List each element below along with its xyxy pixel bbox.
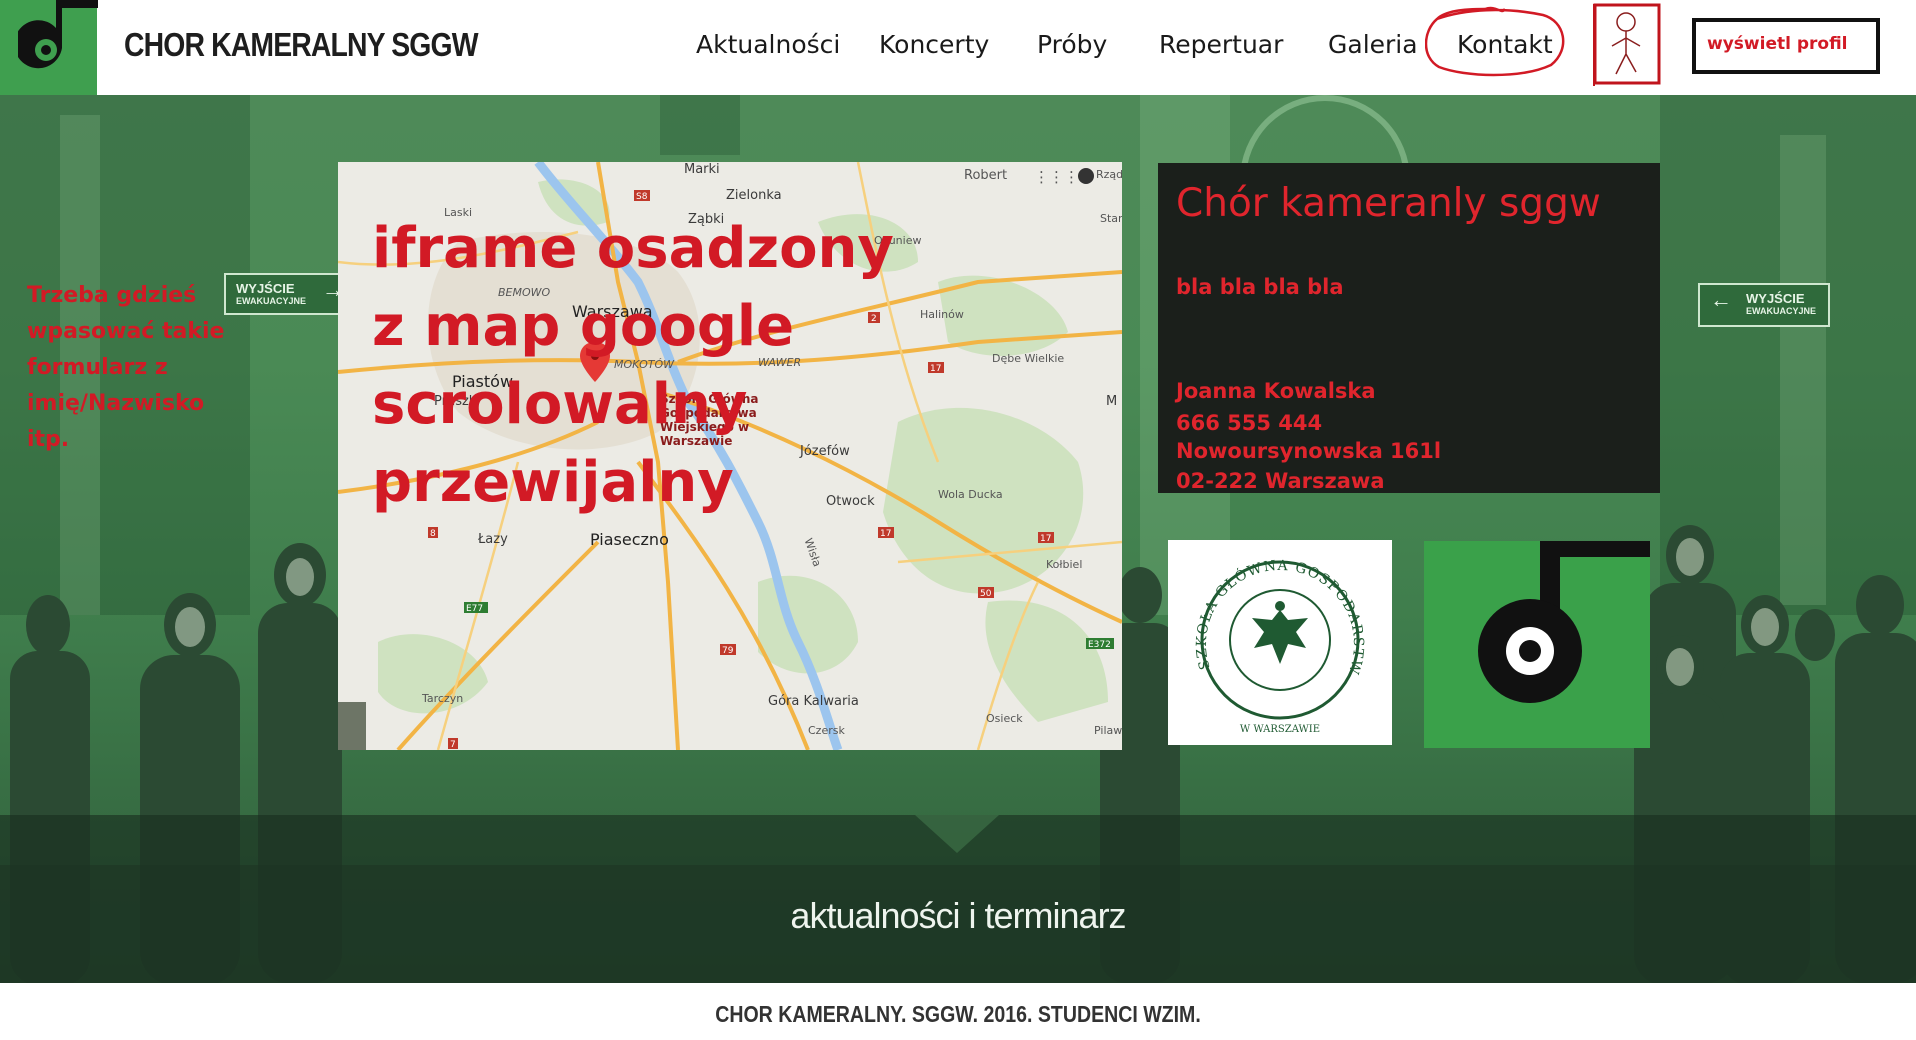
contact-description: bla bla bla bla bbox=[1176, 275, 1344, 299]
exit-sign-right: ← WYJŚCIE EWAKUACYJNE bbox=[1698, 283, 1830, 327]
exit-sign-label: WYJŚCIE bbox=[1746, 291, 1805, 306]
map-place: Stan bbox=[1100, 212, 1122, 225]
footer-text: CHOR KAMERALNY. SGGW. 2016. STUDENCI WZI… bbox=[715, 1001, 1201, 1027]
choir-logo-icon[interactable] bbox=[0, 0, 98, 95]
form-annotation-note: Trzeba gdzieś wpasować takie formularz z… bbox=[27, 283, 225, 452]
map-place: Góra Kalwaria bbox=[768, 694, 859, 709]
road-label: S8 bbox=[636, 192, 648, 202]
map-place: Łazy bbox=[478, 532, 508, 547]
emblem-ring-path: SZKOŁA GŁÓWNA GOSPODARSTWA WIEJSKIEGO bbox=[1160, 528, 1365, 676]
map-place: Pilaw bbox=[1094, 724, 1122, 737]
road-label: 79 bbox=[722, 646, 734, 656]
road-label: 17 bbox=[1040, 534, 1051, 544]
road-label: E372 bbox=[1088, 640, 1111, 650]
news-band-title[interactable]: aktualności i terminarz bbox=[0, 895, 1916, 937]
view-profile-button[interactable]: wyświetl profil bbox=[1692, 18, 1880, 74]
map-mode-label[interactable]: Rząd bbox=[1096, 168, 1122, 181]
google-map-embed[interactable]: S8 2 17 8 17 17 50 E77 79 E372 7 Marki Z… bbox=[338, 162, 1122, 750]
exit-sign-label: WYJŚCIE bbox=[236, 281, 295, 296]
nav-galeria[interactable]: Galeria bbox=[1328, 30, 1418, 59]
satellite-toggle[interactable] bbox=[338, 702, 366, 750]
choir-logo-large-icon[interactable] bbox=[1424, 541, 1650, 748]
exit-sign-sublabel: EWAKUACYJNE bbox=[1746, 306, 1817, 316]
map-place: Kołbiel bbox=[1046, 558, 1083, 571]
contact-details: Joanna Kowalska 666 555 444 Nowoursynows… bbox=[1176, 373, 1441, 493]
contact-name: Joanna Kowalska bbox=[1176, 379, 1376, 403]
contact-info-panel: Chór kameranly sggw bla bla bla bla Joan… bbox=[1158, 163, 1660, 493]
nav-koncerty[interactable]: Koncerty bbox=[879, 30, 989, 59]
nav-aktualnosci[interactable]: Aktualności bbox=[696, 30, 840, 59]
map-place: Zielonka bbox=[726, 188, 782, 203]
map-place: Czersk bbox=[808, 724, 845, 737]
map-place: Dębe Wielkie bbox=[992, 352, 1065, 365]
map-place: M bbox=[1106, 394, 1118, 409]
map-place: Osieck bbox=[986, 712, 1023, 725]
site-header: CHOR KAMERALNY SGGW Aktualności Koncerty… bbox=[0, 0, 1916, 95]
user-avatar-icon[interactable] bbox=[1592, 2, 1662, 86]
exit-sign-sublabel: EWAKUACYJNE bbox=[236, 296, 307, 306]
map-annotation-text: iframe osadzony z map google scrolowalny… bbox=[372, 216, 894, 515]
news-band-pointer bbox=[915, 815, 999, 853]
contact-title: Chór kameranly sggw bbox=[1176, 181, 1601, 226]
map-user-name[interactable]: Robert bbox=[964, 168, 1007, 183]
nav-repertuar[interactable]: Repertuar bbox=[1159, 30, 1283, 59]
road-label: 50 bbox=[980, 589, 992, 599]
apps-grid-icon[interactable]: ⋮⋮⋮ bbox=[1034, 168, 1079, 186]
road-label: 17 bbox=[880, 529, 891, 539]
road-label: 8 bbox=[430, 529, 436, 539]
road-label: 7 bbox=[450, 740, 456, 750]
nav-proby[interactable]: Próby bbox=[1037, 30, 1107, 59]
account-icon[interactable] bbox=[1078, 168, 1094, 184]
emblem-bottom-text: W WARSZAWIE bbox=[1240, 724, 1320, 735]
emblem-ring-text: SZKOŁA GŁÓWNA GOSPODARSTWA WIEJSKIEGO bbox=[1168, 540, 1366, 676]
map-place: Wola Ducka bbox=[938, 488, 1003, 501]
map-place: Piaseczno bbox=[590, 530, 669, 549]
map-place: Tarczyn bbox=[422, 692, 464, 705]
road-label: E77 bbox=[466, 604, 483, 614]
map-place: Marki bbox=[684, 162, 720, 177]
nav-kontakt[interactable]: Kontakt bbox=[1457, 30, 1553, 59]
site-title[interactable]: CHOR KAMERALNY SGGW bbox=[124, 26, 479, 64]
sggw-emblem-logo[interactable]: SZKOŁA GŁÓWNA GOSPODARSTWA WIEJSKIEGO W … bbox=[1160, 528, 1392, 745]
site-footer: CHOR KAMERALNY. SGGW. 2016. STUDENCI WZI… bbox=[0, 983, 1916, 1040]
